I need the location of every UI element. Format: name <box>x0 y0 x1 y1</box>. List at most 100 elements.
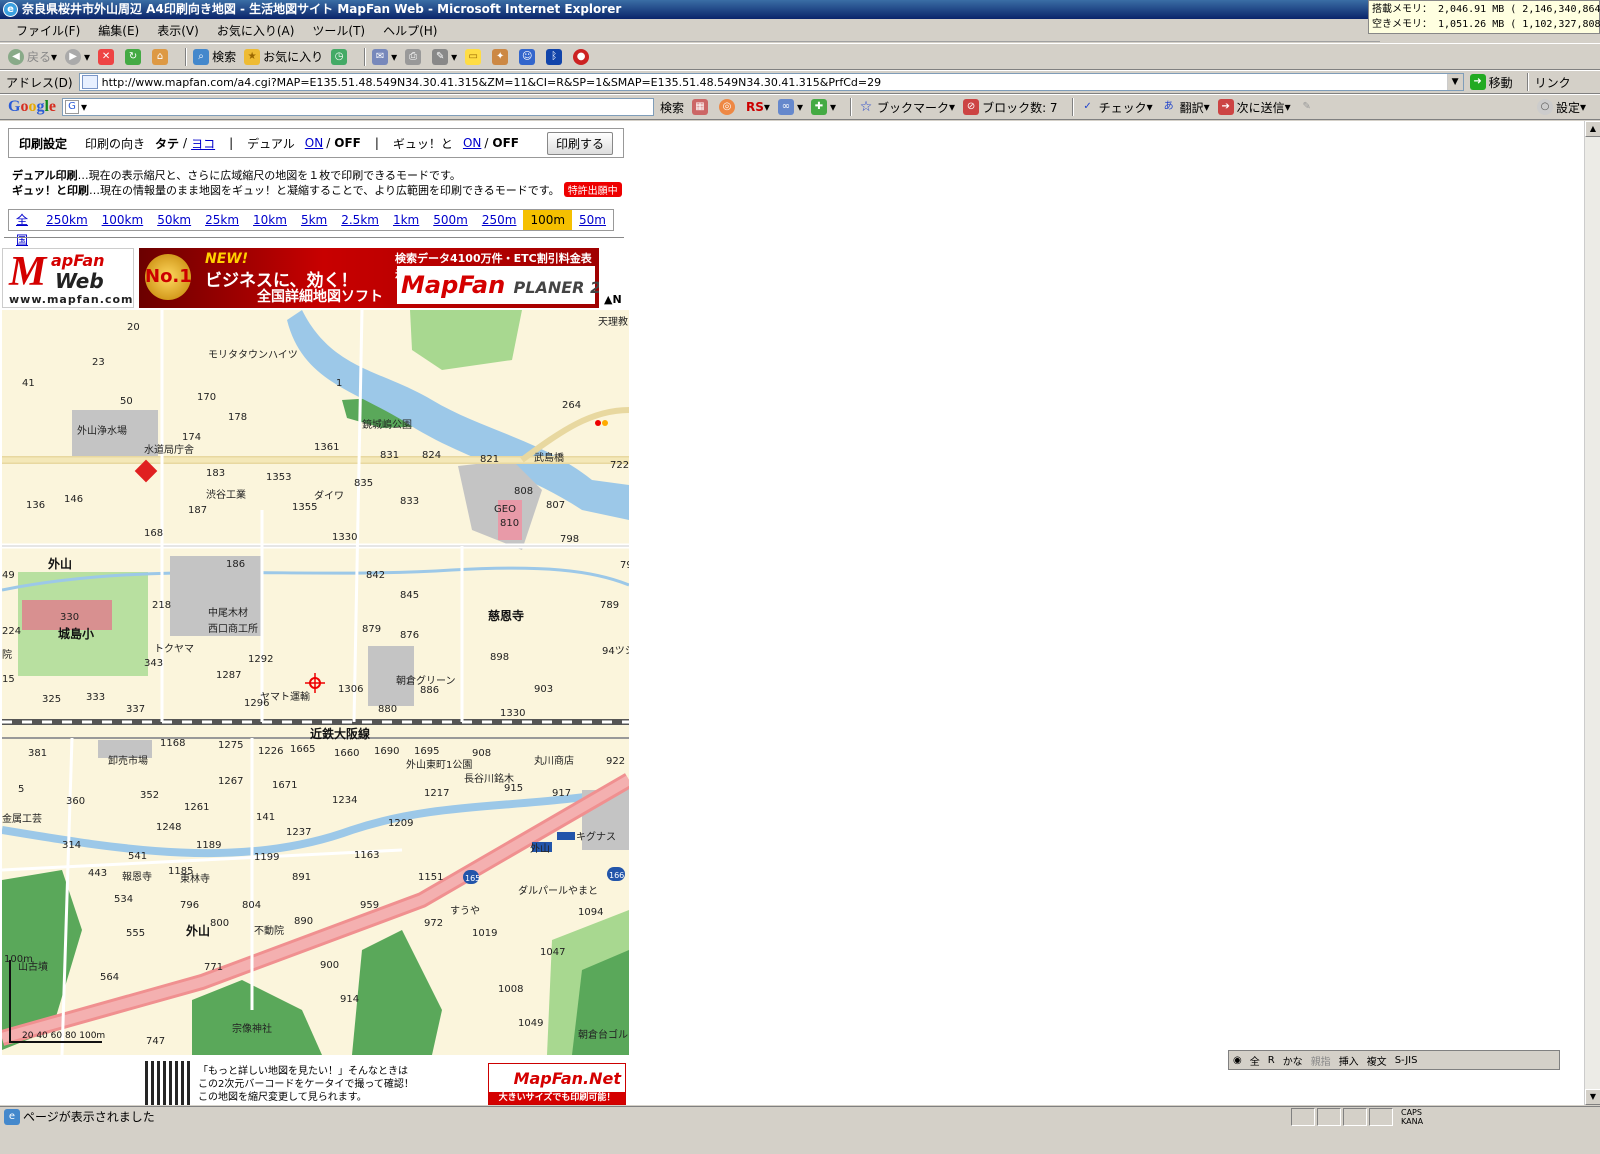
scale-ticks: 20 40 60 80 100m <box>22 1031 105 1041</box>
google-puzzle-button[interactable]: ✚ ▾ <box>810 99 836 115</box>
scale-link[interactable]: 2.5km <box>334 210 386 230</box>
bookmark-button[interactable]: ☆ ブックマーク ▾ <box>858 99 955 116</box>
research-button[interactable]: ✦ <box>492 48 511 65</box>
history-button[interactable]: ◷ <box>331 48 350 65</box>
svg-text:900: 900 <box>320 960 339 971</box>
map-view[interactable]: 20 23 41 50 170 178 174 1 264 722 1361 831 824… <box>2 310 629 1055</box>
print-toolbar-button[interactable]: ⎙ <box>405 48 424 65</box>
scale-link[interactable]: 25km <box>198 210 246 230</box>
menu-tools[interactable]: ツール(T) <box>312 22 365 39</box>
qr-caption: 「もっと詳しい地図を見たい！」そんなときは この2次元バーコードをケータイで撮っ… <box>198 1066 414 1103</box>
scale-link[interactable]: 250km <box>39 210 95 230</box>
scroll-down-icon[interactable]: ▼ <box>1585 1089 1600 1105</box>
menu-edit[interactable]: 編集(E) <box>98 22 139 39</box>
chevron-down-icon[interactable]: ▼ <box>1446 74 1463 90</box>
label-moritaown: モリタタウンハイツ <box>208 349 298 361</box>
stop-button[interactable]: ✕ <box>98 48 117 65</box>
google-settings-button[interactable]: ○ 設定 ▾ <box>1536 99 1586 116</box>
mapfan-logo[interactable]: M apFan Web www.mapfan.com <box>2 248 134 308</box>
spellcheck-button[interactable]: ✓ チェック ▾ <box>1080 99 1152 116</box>
window-title: 奈良県桜井市外山周辺 A4印刷向き地図 - 生活地図サイト MapFan Web… <box>22 2 622 16</box>
dual-label: デュアル <box>247 136 295 151</box>
svg-text:891: 891 <box>292 872 311 883</box>
edit-button[interactable]: ✎ ▾ <box>432 48 457 65</box>
print-button[interactable]: 印刷する <box>546 131 613 155</box>
mail-button[interactable]: ✉ ▾ <box>372 48 397 65</box>
menu-help[interactable]: ヘルプ(H) <box>383 22 437 39</box>
research-icon: ✦ <box>492 48 509 65</box>
forward-button[interactable]: ▶ ▾ <box>65 48 90 65</box>
scale-link[interactable]: 250m <box>475 210 524 230</box>
links-button[interactable]: リンク <box>1535 74 1571 91</box>
svg-text:842: 842 <box>366 570 385 581</box>
mapfan-net-banner[interactable]: MapFan.Net 大きいサイズでも印刷可能！ <box>488 1063 626 1105</box>
favorites-button[interactable]: ★ お気に入り <box>244 48 323 65</box>
svg-text:1168: 1168 <box>160 738 185 749</box>
svg-text:917: 917 <box>552 788 571 799</box>
scroll-up-icon[interactable]: ▲ <box>1585 121 1600 137</box>
scale-link[interactable]: 50m <box>572 210 613 230</box>
go-button[interactable]: ➜ 移動 <box>1469 74 1513 91</box>
refresh-button[interactable]: ↻ <box>125 48 144 65</box>
svg-text:178: 178 <box>228 412 247 423</box>
search-button[interactable]: ⌕ 検索 <box>193 48 236 65</box>
svg-text:院: 院 <box>2 648 12 661</box>
scale-link[interactable]: 10km <box>246 210 294 230</box>
rs-button[interactable]: RS ▾ <box>746 100 770 114</box>
svg-text:218: 218 <box>152 600 171 611</box>
scale-link[interactable]: 1km <box>386 210 426 230</box>
back-button[interactable]: ◀ 戻る ▾ <box>8 48 57 65</box>
label-water-plant: 外山浄水場 <box>77 424 127 437</box>
send-to-button[interactable]: ➔ 次に送信 ▾ <box>1217 99 1291 116</box>
link-icon: ∞ <box>777 99 794 115</box>
svg-text:1671: 1671 <box>272 780 297 791</box>
translate-button[interactable]: あ翻訳 ▾ <box>1161 99 1210 116</box>
addon-button[interactable]: ● <box>573 48 592 65</box>
status-text: ページが表示されました <box>23 1110 155 1124</box>
address-input[interactable]: http://www.mapfan.com/a4.cgi?MAP=E135.51… <box>78 73 1464 91</box>
scale-link[interactable]: 5km <box>294 210 334 230</box>
svg-text:1047: 1047 <box>540 947 565 958</box>
menu-favorites[interactable]: お気に入り(A) <box>217 22 295 39</box>
scale-link[interactable]: 500m <box>426 210 475 230</box>
svg-text:972: 972 <box>424 918 443 929</box>
label-munakata: 宗像神社 <box>232 1022 272 1035</box>
home-icon: ⌂ <box>152 48 169 65</box>
label-metalwork: 金属工芸 <box>2 812 42 825</box>
scale-link[interactable]: 50km <box>150 210 198 230</box>
home-button[interactable]: ⌂ <box>152 48 171 65</box>
ime-icon[interactable]: ◉ <box>1233 1055 1242 1066</box>
scale-selector: 全国 250km 100km 50km 25km 10km 5km 2.5km … <box>8 209 614 247</box>
vertical-scrollbar[interactable]: ▲ ▼ <box>1584 121 1600 1105</box>
svg-text:789: 789 <box>600 600 619 611</box>
menu-file[interactable]: ファイル(F) <box>16 22 80 39</box>
messenger-button[interactable]: ☺ <box>519 48 538 65</box>
google-news-button[interactable]: ▦ <box>692 99 711 115</box>
google-compass-button[interactable]: ◎ <box>719 99 738 115</box>
google-toolbar: Google G ▾ 検索 ▦ ◎ RS ▾ ∞ ▾ ✚ ▾ ☆ ブックマーク ▾ ⊘ ブロ… <box>0 94 1600 120</box>
google-search-button[interactable]: 検索 <box>660 99 684 116</box>
toolbar-separator <box>850 98 853 116</box>
popup-blocker-button[interactable]: ⊘ ブロック数: 7 <box>963 99 1058 116</box>
orientation-yoko-link[interactable]: ヨコ <box>191 135 215 152</box>
svg-text:343: 343 <box>144 658 163 669</box>
scale-link[interactable]: 全国 <box>9 210 39 247</box>
label-hozenji: 報恩寺 <box>122 871 152 883</box>
gyutto-on-link[interactable]: ON <box>463 136 481 150</box>
pencil-button[interactable]: ✎ <box>1299 99 1318 115</box>
scale-link[interactable]: 100km <box>95 210 151 230</box>
label-tenri: 天理教 <box>598 315 628 328</box>
menu-view[interactable]: 表示(V) <box>157 22 199 39</box>
address-bar: アドレス(D) http://www.mapfan.com/a4.cgi?MAP… <box>0 70 1600 94</box>
discuss-button[interactable]: ▭ <box>465 48 484 65</box>
ad-banner[interactable]: No.1 NEW! ビジネスに、効く！ 全国詳細地図ソフト 検索データ4100万… <box>139 248 599 308</box>
google-link-button[interactable]: ∞ ▾ <box>777 99 803 115</box>
svg-text:804: 804 <box>242 900 261 911</box>
dual-on-link[interactable]: ON <box>305 136 323 150</box>
block-icon: ⊘ <box>963 99 980 115</box>
svg-text:1267: 1267 <box>218 776 243 787</box>
printer-icon: ⎙ <box>405 48 422 65</box>
send-arrow-icon: ➔ <box>1217 99 1234 115</box>
google-search-input[interactable]: G ▾ <box>62 98 655 116</box>
bluetooth-button[interactable]: ᛒ <box>546 48 565 65</box>
